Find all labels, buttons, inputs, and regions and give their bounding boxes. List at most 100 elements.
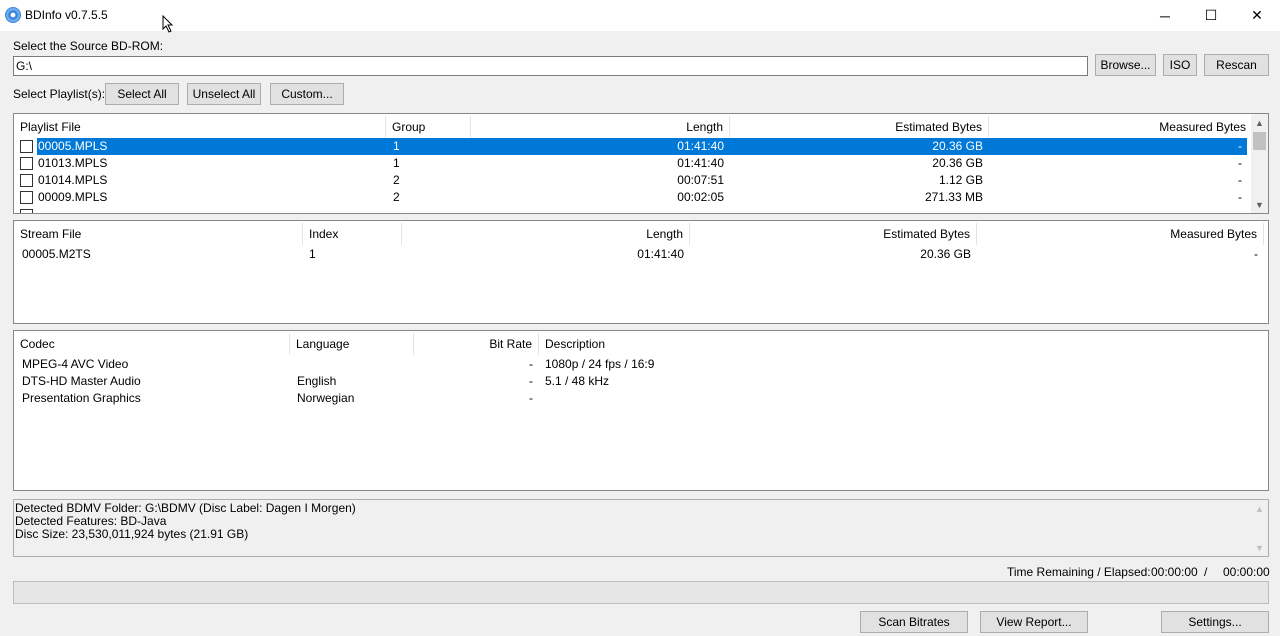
scroll-down-icon[interactable]: ▼	[1251, 539, 1268, 556]
playlist-measured-bytes: -	[1238, 156, 1242, 170]
codec-bit-rate: -	[529, 374, 533, 388]
stream-file: 00005.M2TS	[22, 247, 91, 261]
table-row[interactable]: 00005.MPLS 1 01:41:40 20.36 GB -	[14, 138, 1253, 155]
mouse-cursor-icon	[162, 15, 174, 33]
codec-language: Norwegian	[297, 391, 355, 405]
playlist-group: 2	[393, 190, 400, 204]
column-codec[interactable]: Codec	[14, 333, 290, 355]
playlist-measured-bytes: -	[1238, 173, 1242, 187]
title-bar: BDInfo v0.7.5.5 ─ ☐ ✕	[0, 0, 1280, 31]
source-path-input[interactable]: G:\	[13, 56, 1088, 76]
info-line-disc-size: Disc Size: 23,530,011,924 bytes (21.91 G…	[15, 527, 249, 541]
playlist-file: 01013.MPLS	[38, 156, 108, 170]
column-length[interactable]: Length	[402, 223, 690, 245]
playlist-scrollbar[interactable]: ▲ ▼	[1251, 114, 1268, 213]
playlist-table[interactable]: Playlist File Group Length Estimated Byt…	[13, 113, 1269, 214]
playlist-length: 01:41:40	[677, 139, 724, 153]
column-estimated-bytes[interactable]: Estimated Bytes	[690, 223, 977, 245]
maximize-button[interactable]: ☐	[1188, 0, 1234, 31]
time-separator: /	[1204, 565, 1208, 579]
playlist-measured-bytes: -	[1238, 190, 1242, 204]
codec-name: DTS-HD Master Audio	[22, 374, 141, 388]
table-row[interactable]: 01014.MPLS 2 00:07:51 1.12 GB -	[14, 172, 1253, 189]
table-row[interactable]: 01013.MPLS 1 01:41:40 20.36 GB -	[14, 155, 1253, 172]
iso-button[interactable]: ISO	[1163, 54, 1197, 76]
table-row[interactable]: Presentation Graphics Norwegian -	[14, 390, 1264, 407]
playlist-length: 01:41:40	[677, 156, 724, 170]
scroll-down-icon[interactable]: ▼	[1251, 196, 1268, 213]
column-index[interactable]: Index	[303, 223, 402, 245]
scroll-up-icon[interactable]: ▲	[1251, 500, 1268, 517]
codec-bit-rate: -	[529, 391, 533, 405]
disc-info-textarea[interactable]: Detected BDMV Folder: G:\BDMV (Disc Labe…	[13, 499, 1269, 557]
table-row[interactable]: DTS-HD Master Audio English - 5.1 / 48 k…	[14, 373, 1264, 390]
playlist-measured-bytes: -	[1238, 139, 1242, 153]
window-title: BDInfo v0.7.5.5	[25, 8, 108, 22]
column-stream-file[interactable]: Stream File	[14, 223, 303, 245]
playlist-length: 00:07:51	[677, 173, 724, 187]
stream-length: 01:41:40	[637, 247, 684, 261]
codec-name: MPEG-4 AVC Video	[22, 357, 129, 371]
browse-button[interactable]: Browse...	[1095, 54, 1156, 76]
codec-description: 1080p / 24 fps / 16:9	[545, 357, 655, 371]
playlist-estimated-bytes: 20.36 GB	[932, 156, 983, 170]
scroll-thumb[interactable]	[1253, 132, 1266, 150]
unselect-all-button[interactable]: Unselect All	[187, 83, 261, 105]
stream-table[interactable]: Stream File Index Length Estimated Bytes…	[13, 220, 1269, 324]
playlist-group: 1	[393, 156, 400, 170]
settings-button[interactable]: Settings...	[1161, 611, 1269, 633]
playlist-estimated-bytes: 1.12 GB	[938, 173, 983, 187]
scroll-up-icon[interactable]: ▲	[1251, 114, 1268, 131]
column-estimated-bytes[interactable]: Estimated Bytes	[730, 116, 989, 138]
codec-table[interactable]: Codec Language Bit Rate Description MPEG…	[13, 330, 1269, 491]
column-description[interactable]: Description	[539, 333, 1264, 355]
select-playlists-label: Select Playlist(s):	[13, 87, 106, 101]
row-checkbox[interactable]	[20, 140, 33, 153]
stream-measured-bytes: -	[1254, 247, 1258, 261]
column-group[interactable]: Group	[386, 116, 471, 138]
info-scrollbar[interactable]: ▲ ▼	[1251, 500, 1268, 556]
column-bit-rate[interactable]: Bit Rate	[414, 333, 539, 355]
custom-button[interactable]: Custom...	[270, 83, 344, 105]
table-row-partial[interactable]	[14, 207, 1253, 213]
column-measured-bytes[interactable]: Measured Bytes	[977, 223, 1264, 245]
source-label: Select the Source BD-ROM:	[13, 39, 164, 53]
time-status-label: Time Remaining / Elapsed:	[1007, 565, 1151, 579]
playlist-length: 00:02:05	[677, 190, 724, 204]
table-row[interactable]: MPEG-4 AVC Video - 1080p / 24 fps / 16:9	[14, 356, 1264, 373]
close-button[interactable]: ✕	[1234, 0, 1280, 31]
bdinfo-disc-icon	[5, 7, 21, 23]
codec-language: English	[297, 374, 337, 388]
view-report-button[interactable]: View Report...	[980, 611, 1088, 633]
time-elapsed: 00:00:00	[1223, 565, 1270, 579]
row-checkbox[interactable]	[20, 157, 33, 170]
stream-index: 1	[309, 247, 316, 261]
row-checkbox[interactable]	[20, 209, 33, 213]
playlist-group: 1	[393, 139, 400, 153]
select-all-button[interactable]: Select All	[105, 83, 179, 105]
playlist-group: 2	[393, 173, 400, 187]
row-checkbox[interactable]	[20, 191, 33, 204]
codec-bit-rate: -	[529, 357, 533, 371]
scan-bitrates-button[interactable]: Scan Bitrates	[860, 611, 968, 633]
row-checkbox[interactable]	[20, 174, 33, 187]
playlist-file: 00009.MPLS	[38, 190, 108, 204]
column-measured-bytes[interactable]: Measured Bytes	[989, 116, 1253, 138]
rescan-button[interactable]: Rescan	[1204, 54, 1269, 76]
playlist-estimated-bytes: 271.33 MB	[924, 190, 983, 204]
codec-name: Presentation Graphics	[22, 391, 141, 405]
minimize-button[interactable]: ─	[1142, 0, 1188, 31]
table-row[interactable]: 00009.MPLS 2 00:02:05 271.33 MB -	[14, 189, 1253, 206]
playlist-estimated-bytes: 20.36 GB	[932, 139, 983, 153]
time-remaining: 00:00:00	[1151, 565, 1198, 579]
column-playlist-file[interactable]: Playlist File	[14, 116, 386, 138]
column-length[interactable]: Length	[471, 116, 730, 138]
stream-estimated-bytes: 20.36 GB	[920, 247, 971, 261]
table-row[interactable]: 00005.M2TS 1 01:41:40 20.36 GB -	[14, 246, 1264, 263]
playlist-file: 01014.MPLS	[38, 173, 108, 187]
scan-progress-bar	[13, 581, 1269, 604]
playlist-file: 00005.MPLS	[38, 139, 108, 153]
codec-description: 5.1 / 48 kHz	[545, 374, 610, 388]
column-language[interactable]: Language	[290, 333, 414, 355]
info-line-bdmv-folder: Detected BDMV Folder: G:\BDMV (Disc Labe…	[15, 501, 356, 515]
